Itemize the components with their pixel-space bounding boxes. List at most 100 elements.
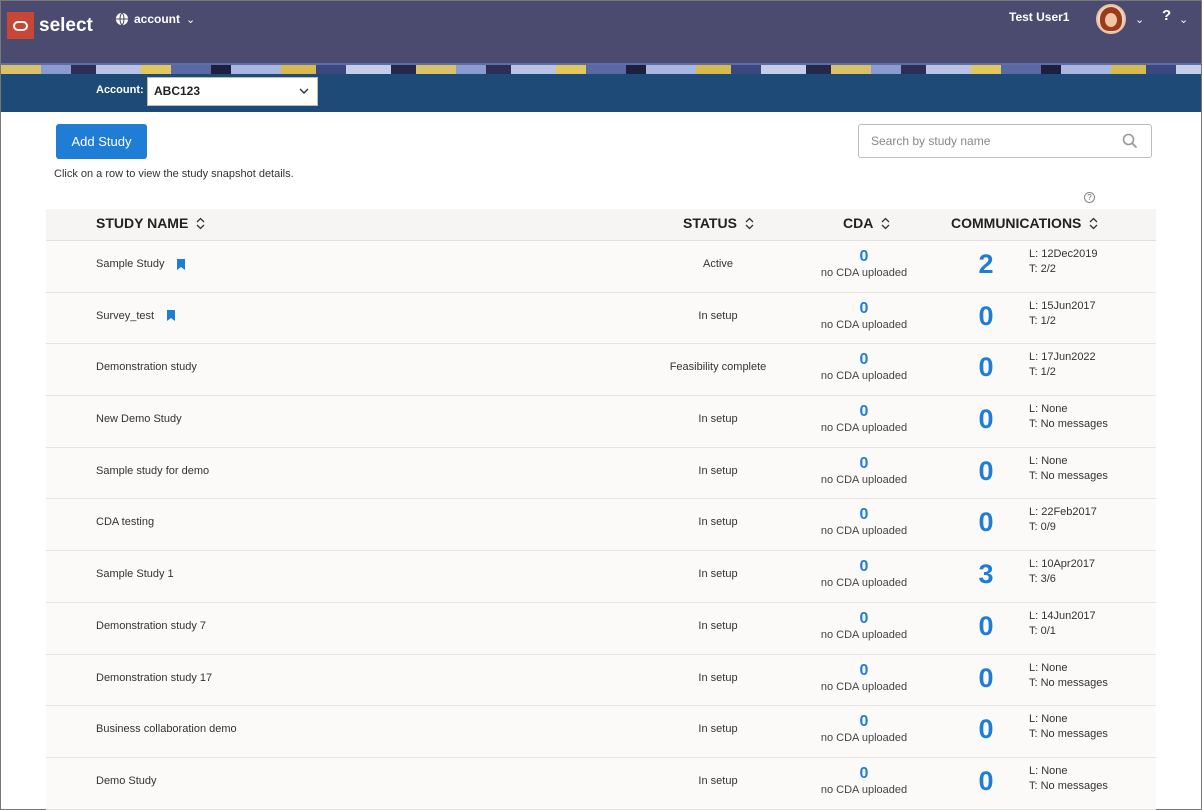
search-input[interactable] <box>858 124 1152 158</box>
account-menu[interactable]: account ⌄ <box>115 12 195 26</box>
communications-count[interactable]: 0 <box>975 766 997 796</box>
account-menu-label: account <box>134 12 181 26</box>
communications-count[interactable]: 0 <box>975 404 997 434</box>
total-communications: T: No messages <box>1029 469 1108 482</box>
table-row[interactable]: Sample study for demo In setup 0 no CDA … <box>46 447 1156 500</box>
cda-count[interactable]: 0 <box>814 455 914 473</box>
communications-count[interactable]: 0 <box>975 714 997 744</box>
communications-detail: L: None T: No messages <box>1029 402 1108 432</box>
account-select[interactable]: ABC123 <box>147 77 318 106</box>
study-name-cell[interactable]: Demo Study <box>96 775 157 787</box>
chevron-down-icon[interactable]: ⌄ <box>1179 13 1188 26</box>
study-status: Active <box>703 258 733 270</box>
bookmark-icon[interactable] <box>177 258 186 270</box>
communications-count[interactable]: 0 <box>975 352 997 382</box>
study-name-cell[interactable]: Demonstration study 17 <box>96 672 212 684</box>
communications-count[interactable]: 0 <box>975 611 997 641</box>
cda-count[interactable]: 0 <box>814 765 914 783</box>
cda-count[interactable]: 0 <box>814 506 914 524</box>
communications-count[interactable]: 0 <box>975 456 997 486</box>
cda-count[interactable]: 0 <box>814 351 914 369</box>
cda-count[interactable]: 0 <box>814 713 914 731</box>
study-name-cell[interactable]: New Demo Study <box>96 413 182 425</box>
study-name-cell[interactable]: Business collaboration demo <box>96 723 237 735</box>
cda-cell[interactable]: 0 no CDA uploaded <box>814 713 914 745</box>
communications-count[interactable]: 0 <box>975 663 997 693</box>
study-name-cell[interactable]: Sample Study <box>96 258 186 270</box>
cda-cell[interactable]: 0 no CDA uploaded <box>814 403 914 435</box>
cda-cell[interactable]: 0 no CDA uploaded <box>814 610 914 642</box>
study-name: Sample study for demo <box>96 464 210 477</box>
study-name: New Demo Study <box>96 413 182 426</box>
last-communication: L: None <box>1029 713 1068 726</box>
bookmark-icon[interactable] <box>167 310 176 322</box>
avatar[interactable] <box>1096 4 1126 34</box>
communications-count[interactable]: 3 <box>975 559 997 589</box>
add-study-button[interactable]: Add Study <box>56 124 147 159</box>
last-communication: L: 14Jun2017 <box>1029 609 1096 622</box>
study-status: In setup <box>698 723 738 736</box>
cda-count[interactable]: 0 <box>814 403 914 421</box>
study-name-cell[interactable]: Demonstration study <box>96 361 197 373</box>
total-communications: T: No messages <box>1029 676 1108 689</box>
cda-cell[interactable]: 0 no CDA uploaded <box>814 248 914 280</box>
app-logo[interactable]: select <box>7 12 93 39</box>
study-name-cell[interactable]: Survey_test <box>96 310 176 322</box>
cda-cell[interactable]: 0 no CDA uploaded <box>814 351 914 383</box>
table-row[interactable]: Survey_test In setup 0 no CDA uploaded 0… <box>46 292 1156 345</box>
cda-cell[interactable]: 0 no CDA uploaded <box>814 558 914 590</box>
cda-count[interactable]: 0 <box>814 610 914 628</box>
total-communications: T: No messages <box>1029 779 1108 792</box>
info-icon[interactable]: ? <box>1084 192 1095 203</box>
account-bar: Account: ABC123 <box>1 74 1201 112</box>
study-name-cell[interactable]: Sample study for demo <box>96 465 209 477</box>
study-status: In setup <box>698 309 738 322</box>
communications-detail: L: 22Feb2017 T: 0/9 <box>1029 505 1097 535</box>
table-row[interactable]: New Demo Study In setup 0 no CDA uploade… <box>46 396 1156 448</box>
communications-count[interactable]: 0 <box>975 301 997 331</box>
table-row[interactable]: Demonstration study Feasibility complete… <box>46 344 1156 397</box>
study-name-cell[interactable]: Demonstration study 7 <box>96 620 206 632</box>
cda-count[interactable]: 0 <box>814 300 914 318</box>
cda-status-text: no CDA uploaded <box>820 473 908 486</box>
table-row[interactable]: Demonstration study 7 In setup 0 no CDA … <box>46 602 1156 655</box>
study-name: CDA testing <box>96 516 155 529</box>
cda-cell[interactable]: 0 no CDA uploaded <box>814 455 914 487</box>
search-icon[interactable] <box>1122 133 1138 149</box>
cda-cell[interactable]: 0 no CDA uploaded <box>814 506 914 538</box>
user-name[interactable]: Test User1 <box>1009 10 1069 24</box>
last-communication: L: None <box>1029 764 1068 777</box>
cda-count[interactable]: 0 <box>814 662 914 680</box>
study-name-cell[interactable]: Sample Study 1 <box>96 568 174 580</box>
table-row[interactable]: CDA testing In setup 0 no CDA uploaded 0… <box>46 499 1156 552</box>
communications-detail: L: None T: No messages <box>1029 454 1108 484</box>
cda-cell[interactable]: 0 no CDA uploaded <box>814 300 914 332</box>
table-row[interactable]: Sample Study 1 In setup 0 no CDA uploade… <box>46 551 1156 603</box>
communications-count[interactable]: 0 <box>975 507 997 537</box>
column-label: STATUS <box>683 215 737 231</box>
table-row[interactable]: Demonstration study 17 In setup 0 no CDA… <box>46 654 1156 707</box>
last-communication: L: 15Jun2017 <box>1029 299 1096 312</box>
cda-count[interactable]: 0 <box>814 248 914 266</box>
column-header-status[interactable]: STATUS <box>683 215 754 231</box>
cda-cell[interactable]: 0 no CDA uploaded <box>814 765 914 797</box>
communications-count[interactable]: 2 <box>975 249 997 279</box>
study-name-cell[interactable]: CDA testing <box>96 516 154 528</box>
study-table: STUDY NAME STATUS CDA COMMUNICATIONS Sam… <box>46 209 1156 810</box>
table-row[interactable]: Business collaboration demo In setup 0 n… <box>46 706 1156 758</box>
instruction-text: Click on a row to view the study snapsho… <box>54 168 294 180</box>
cda-count[interactable]: 0 <box>814 558 914 576</box>
table-row[interactable]: Demo Study In setup 0 no CDA uploaded 0 … <box>46 757 1156 810</box>
chevron-down-icon: ⌄ <box>186 13 196 26</box>
table-row[interactable]: Sample Study Active 0 no CDA uploaded 2 … <box>46 241 1156 293</box>
column-header-study-name[interactable]: STUDY NAME <box>96 215 205 231</box>
table-body: Sample Study Active 0 no CDA uploaded 2 … <box>46 241 1156 810</box>
cda-cell[interactable]: 0 no CDA uploaded <box>814 662 914 694</box>
chevron-down-icon[interactable]: ⌄ <box>1135 13 1144 26</box>
column-header-communications[interactable]: COMMUNICATIONS <box>951 215 1098 231</box>
total-communications: T: 0/1 <box>1029 624 1056 637</box>
help-icon[interactable]: ? <box>1162 7 1171 24</box>
column-header-cda[interactable]: CDA <box>843 215 890 231</box>
study-status: In setup <box>698 413 738 426</box>
sort-icon <box>196 217 205 229</box>
